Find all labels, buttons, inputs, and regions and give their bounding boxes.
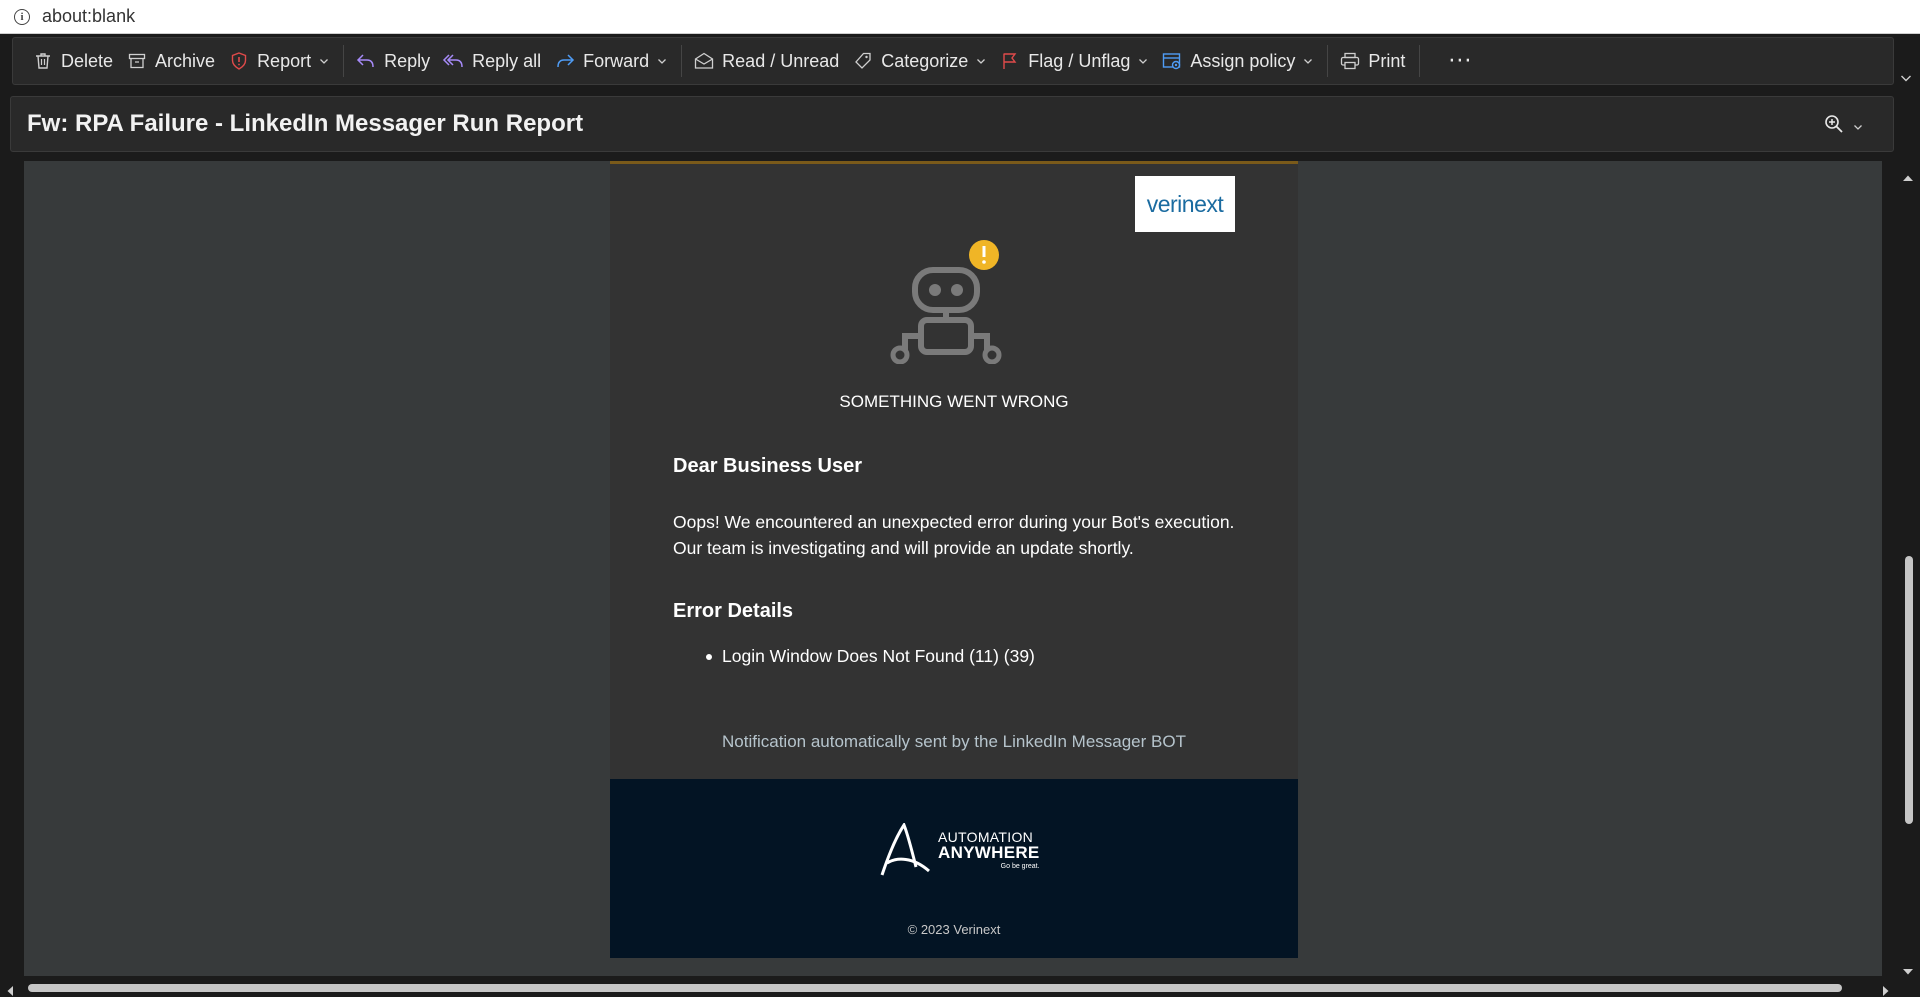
delete-label: Delete (61, 50, 114, 71)
address-url[interactable]: about:blank (42, 6, 135, 27)
error-details-heading: Error Details (673, 600, 794, 622)
more-options-button[interactable]: ··· (1434, 49, 1486, 74)
shield-alert-icon (227, 49, 251, 73)
flag-unflag-label: Flag / Unflag (1028, 50, 1131, 71)
scroll-right-icon[interactable] (1882, 982, 1890, 997)
forward-button[interactable]: Forward (549, 43, 675, 79)
copyright: © 2023 Verinext (907, 922, 1001, 937)
subject-bar: Fw: RPA Failure - LinkedIn Messager Run … (10, 96, 1894, 152)
zoom-button[interactable] (1823, 113, 1863, 139)
horizontal-scrollbar[interactable] (0, 977, 1896, 997)
trash-icon (31, 49, 55, 73)
reply-all-icon (442, 49, 466, 73)
archive-icon (125, 49, 149, 73)
email-footer: AUTOMATION ANYWHERE Go be great. © 2023 … (610, 779, 1298, 958)
automation-anywhere-logo: AUTOMATION ANYWHERE Go be great. (878, 823, 1040, 877)
categorize-label: Categorize (881, 50, 969, 71)
print-button[interactable]: Print (1334, 43, 1413, 79)
greeting: Dear Business User (673, 455, 862, 477)
email-body: verinext SOMETHING WENT WRONG Dear Busin… (610, 161, 1298, 958)
assign-policy-label: Assign policy (1190, 50, 1296, 71)
error-list-item: Login Window Does Not Found (11) (39) (706, 646, 1035, 667)
toolbar-divider (1419, 45, 1421, 77)
scroll-down-icon[interactable] (1902, 961, 1914, 980)
chevron-down-icon[interactable] (319, 56, 329, 66)
zoom-in-icon (1823, 113, 1845, 139)
automation-anywhere-mark-icon (880, 823, 930, 876)
reply-label: Reply (384, 50, 431, 71)
message-toolbar: Delete Archive Report Reply Reply all Fo… (12, 37, 1894, 85)
policy-icon (1160, 49, 1184, 73)
flag-icon (998, 49, 1022, 73)
scroll-up-icon[interactable] (1902, 167, 1914, 186)
read-unread-label: Read / Unread (722, 50, 840, 71)
chevron-down-icon[interactable] (976, 56, 986, 66)
reply-button[interactable]: Reply (350, 43, 438, 79)
scroll-left-icon[interactable] (6, 982, 14, 997)
forward-label: Forward (583, 50, 650, 71)
flag-unflag-button[interactable]: Flag / Unflag (994, 43, 1156, 79)
info-icon[interactable]: i (14, 8, 30, 25)
error-title: SOMETHING WENT WRONG (839, 392, 1069, 411)
robot-alert-icon (890, 240, 1002, 364)
tag-icon (851, 49, 875, 73)
automated-notice: Notification automatically sent by the L… (722, 732, 1186, 751)
bullet-icon (706, 653, 712, 660)
address-bar[interactable]: i about:blank (0, 0, 1920, 34)
horizontal-scroll-thumb[interactable] (28, 984, 1842, 992)
categorize-button[interactable]: Categorize (847, 43, 994, 79)
envelope-open-icon (692, 49, 716, 73)
logo-line-anywhere: ANYWHERE (938, 843, 1040, 862)
print-label: Print (1368, 50, 1406, 71)
chevron-down-icon[interactable] (657, 56, 667, 66)
report-button[interactable]: Report (223, 43, 337, 79)
reply-all-button[interactable]: Reply all (438, 43, 549, 79)
email-content: verinext SOMETHING WENT WRONG Dear Busin… (610, 161, 1298, 779)
delete-button[interactable]: Delete (27, 43, 121, 79)
toolbar-divider (1327, 45, 1329, 77)
reply-all-label: Reply all (472, 50, 542, 71)
chevron-down-icon (1853, 117, 1863, 136)
archive-label: Archive (155, 50, 216, 71)
logo-tagline: Go be great. (1000, 863, 1040, 870)
toolbar-divider (681, 45, 683, 77)
report-label: Report (257, 50, 312, 71)
chevron-down-icon[interactable] (1303, 56, 1313, 66)
error-message-line: Our team is investigating and will provi… (673, 538, 1134, 558)
toolbar-divider (343, 45, 345, 77)
logo-line-automation: AUTOMATION (938, 829, 1034, 845)
assign-policy-button[interactable]: Assign policy (1156, 43, 1321, 79)
read-unread-button[interactable]: Read / Unread (688, 43, 847, 79)
forward-icon (553, 49, 577, 73)
verinext-logo-text: verinext (1146, 190, 1224, 217)
email-subject: Fw: RPA Failure - LinkedIn Messager Run … (27, 110, 584, 137)
archive-button[interactable]: Archive (121, 43, 223, 79)
vertical-scroll-thumb[interactable] (1905, 556, 1913, 824)
error-message: Oops! We encountered an unexpected error… (673, 509, 1273, 561)
vertical-scrollbar[interactable] (1896, 161, 1920, 976)
toolbar-collapse-icon[interactable] (1900, 68, 1914, 87)
verinext-logo: verinext (1135, 176, 1235, 232)
printer-icon (1338, 49, 1362, 73)
error-message-line: Oops! We encountered an unexpected error… (673, 512, 1235, 532)
error-list-text: Login Window Does Not Found (11) (39) (722, 646, 1035, 666)
reply-icon (354, 49, 378, 73)
reading-pane[interactable]: verinext SOMETHING WENT WRONG Dear Busin… (24, 161, 1882, 976)
chevron-down-icon[interactable] (1138, 56, 1148, 66)
